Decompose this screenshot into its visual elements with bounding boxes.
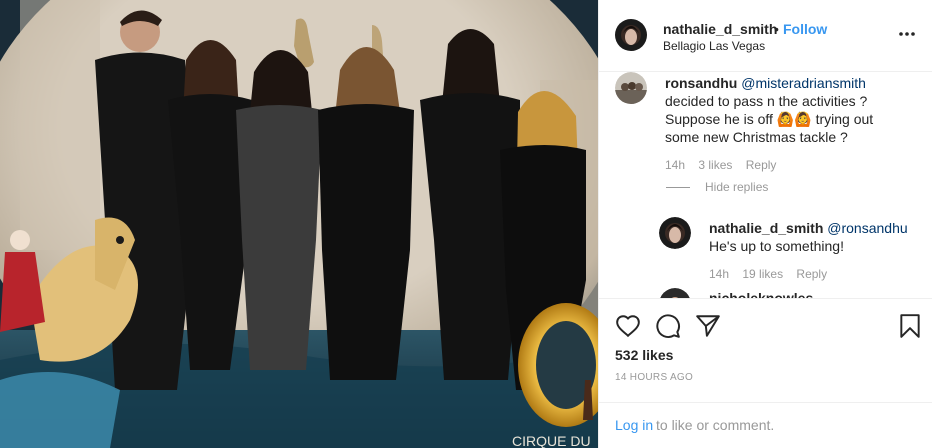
comment-icon[interactable] <box>655 313 681 339</box>
likes-count[interactable]: 532 likes <box>615 347 673 363</box>
header-separator: • <box>774 21 779 37</box>
share-icon[interactable] <box>695 313 721 339</box>
reply-button[interactable]: Reply <box>746 158 777 172</box>
comment-meta: 14h 19 likes Reply <box>709 267 837 281</box>
comment-text-line: Suppose he is off <box>665 111 773 127</box>
comment-text-line: some new Christmas tackle ? <box>665 129 848 145</box>
author-avatar[interactable] <box>615 19 647 51</box>
comment-time[interactable]: 14h <box>665 158 685 172</box>
more-options-icon[interactable] <box>897 24 917 44</box>
author-username[interactable]: nathalie_d_smith <box>663 21 777 37</box>
reply-button[interactable]: Reply <box>796 267 827 281</box>
commenter-avatar[interactable] <box>615 72 647 104</box>
comment-mention[interactable]: @misteradriansmith <box>741 75 866 91</box>
comments-list[interactable]: ronsandhu @misteradriansmith decided to … <box>599 72 932 298</box>
login-prompt-text: to like or comment. <box>656 417 775 433</box>
follow-button[interactable]: Follow <box>783 21 827 37</box>
login-prompt: Log in to like or comment. <box>599 402 932 448</box>
comment-username[interactable]: ronsandhu <box>665 75 737 91</box>
comment-text-line: He's up to something! <box>709 238 844 254</box>
comment-username[interactable]: nicholeknowles <box>709 290 813 298</box>
post-header: nathalie_d_smith • Follow Bellagio Las V… <box>599 0 932 72</box>
comment-body: ronsandhu @misteradriansmith decided to … <box>665 74 925 146</box>
comment-body: nathalie_d_smith @ronsandhu He's up to s… <box>709 219 929 255</box>
comment-text-line: decided to pass n the activities ? <box>665 93 868 109</box>
login-link[interactable]: Log in <box>615 417 653 433</box>
comment-text-line: trying out <box>815 111 874 127</box>
bookmark-icon[interactable] <box>897 313 923 339</box>
post-photo[interactable]: CIRQUE DU <box>0 0 598 448</box>
comment-username[interactable]: nathalie_d_smith <box>709 220 823 236</box>
cirque-sign-text: CIRQUE DU <box>512 433 591 448</box>
emoji-icon: 🙆🙆 <box>776 111 812 127</box>
comment-mention[interactable]: @ronsandhu <box>827 220 907 236</box>
comment-time[interactable]: 14h <box>709 267 729 281</box>
hide-replies-line <box>666 187 690 188</box>
commenter-avatar[interactable] <box>659 217 691 249</box>
post-sidebar: nathalie_d_smith • Follow Bellagio Las V… <box>598 0 932 448</box>
comment-meta: 14h 3 likes Reply <box>665 158 786 172</box>
comment-likes[interactable]: 3 likes <box>698 158 732 172</box>
post-location[interactable]: Bellagio Las Vegas <box>663 39 765 53</box>
post-actions: 532 likes 14 HOURS AGO <box>599 298 932 402</box>
heart-icon[interactable] <box>615 313 641 339</box>
post-timestamp[interactable]: 14 HOURS AGO <box>615 372 693 383</box>
post-photo-illustration: CIRQUE DU <box>0 0 598 448</box>
hide-replies-button[interactable]: Hide replies <box>705 180 768 194</box>
comment-likes[interactable]: 19 likes <box>742 267 783 281</box>
comment-body: nicholeknowles <box>709 289 929 298</box>
commenter-avatar[interactable] <box>659 288 691 298</box>
